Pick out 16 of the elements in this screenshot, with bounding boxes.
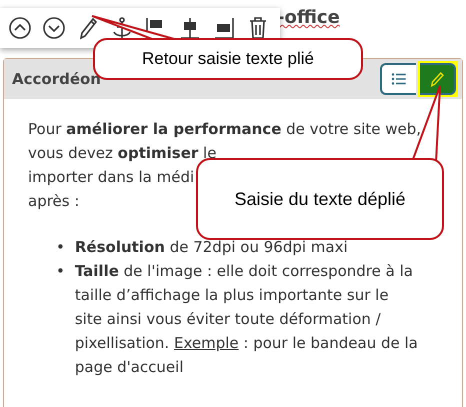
paragraph-text: importer dans la médi [28,167,194,188]
callout: Saisie du texte déplié [196,158,444,240]
bullet-text: Taille de l'image : elle doit correspondre à la taille d’affichage la plus importante sur le site ainsi vous éviter toute déformation / pixellisation. Exemple : pour le bandeau de la page d'accueil [74,261,419,378]
bullet-text: Résolution de 72dpi ou 96dpi maxi [74,237,349,258]
arrow-down-circle-icon[interactable] [42,16,66,40]
page-title: -office [277,7,340,28]
list-view-button[interactable] [380,63,416,95]
paragraph-text: après : [28,191,80,212]
bullet-marker: • [56,261,65,282]
pencil-icon [428,70,446,88]
arrow-up-circle-icon[interactable] [8,16,32,40]
align-right-icon[interactable] [212,16,236,40]
paragraph-text: Pour améliorer la performance de votre site web, [28,119,422,140]
align-center-icon[interactable] [178,16,202,40]
example-link[interactable]: Exemple [174,334,239,352]
bullet-marker: • [56,237,65,258]
